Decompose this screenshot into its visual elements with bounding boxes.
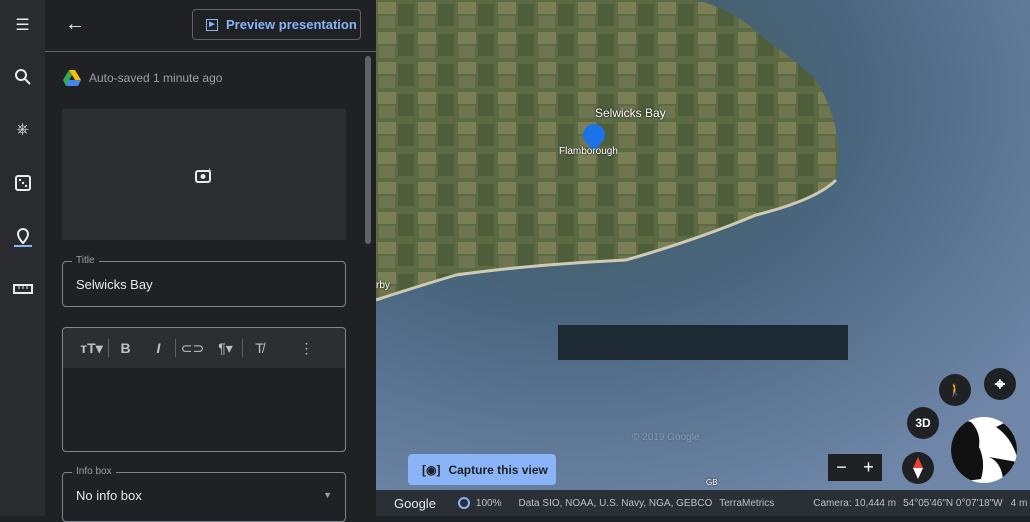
preview-presentation-button[interactable]: ▶ Preview presentation bbox=[192, 9, 361, 40]
loading-indicator-icon bbox=[457, 497, 470, 509]
italic-icon[interactable]: I bbox=[142, 340, 175, 356]
map-view[interactable]: Selwicks Bay Flamborough rby © 2019 Goog… bbox=[376, 0, 1030, 490]
my-location-icon[interactable]: ⌖ bbox=[984, 368, 1016, 400]
feeling-lucky-icon[interactable] bbox=[0, 168, 45, 198]
status-bar: Google 100% Data SIO, NOAA, U.S. Navy, N… bbox=[376, 490, 1030, 516]
description-editor[interactable]: тT▾ B I ⊂⊃ ¶▾ T̸ ⋮ bbox=[62, 327, 346, 452]
title-field[interactable]: Title Selwicks Bay bbox=[62, 255, 346, 307]
pegman-icon[interactable]: 🚶 bbox=[939, 374, 971, 406]
zoom-controls: − + bbox=[828, 454, 882, 481]
format-toolbar: тT▾ B I ⊂⊃ ¶▾ T̸ ⋮ bbox=[63, 328, 345, 368]
zoom-out-button[interactable]: − bbox=[836, 457, 847, 478]
paragraph-icon[interactable]: ¶▾ bbox=[209, 340, 242, 357]
play-icon: ▶ bbox=[206, 18, 218, 31]
search-icon[interactable] bbox=[0, 62, 45, 92]
menu-icon[interactable]: ☰ bbox=[0, 10, 45, 40]
autosave-status: Auto-saved 1 minute ago bbox=[63, 70, 222, 86]
3d-toggle-button[interactable]: 3D bbox=[907, 407, 939, 439]
link-icon[interactable]: ⊂⊃ bbox=[176, 340, 209, 357]
zoom-in-button[interactable]: + bbox=[863, 457, 874, 478]
clear-format-icon[interactable]: T̸ bbox=[243, 340, 276, 356]
more-options-icon[interactable]: ⋮ bbox=[290, 340, 323, 357]
projects-icon[interactable] bbox=[0, 222, 45, 252]
compass-icon[interactable] bbox=[902, 452, 934, 484]
globe-icon[interactable] bbox=[951, 417, 1017, 483]
bold-icon[interactable]: B bbox=[109, 340, 142, 356]
nav-rail: ☰ ⎈ bbox=[0, 0, 45, 516]
voyager-icon[interactable]: ⎈ bbox=[0, 115, 45, 145]
add-photo-icon: + bbox=[195, 167, 212, 183]
back-arrow-icon[interactable]: ← bbox=[65, 13, 85, 36]
info-box-select[interactable]: Info box No info box ▼ bbox=[62, 466, 346, 522]
drive-icon bbox=[63, 70, 81, 86]
panel-scrollbar[interactable] bbox=[365, 56, 371, 244]
capture-view-button[interactable]: [◉] Capture this view bbox=[408, 454, 556, 485]
project-panel: ← ▶ Preview presentation Auto-saved 1 mi… bbox=[45, 0, 376, 522]
text-size-icon[interactable]: тT▾ bbox=[75, 340, 108, 357]
dropdown-arrow-icon: ▼ bbox=[323, 490, 332, 500]
svg-text:+: + bbox=[207, 167, 212, 175]
capture-icon: [◉] bbox=[422, 462, 441, 477]
measure-icon[interactable] bbox=[0, 274, 45, 304]
add-image-button[interactable]: + bbox=[62, 109, 346, 240]
